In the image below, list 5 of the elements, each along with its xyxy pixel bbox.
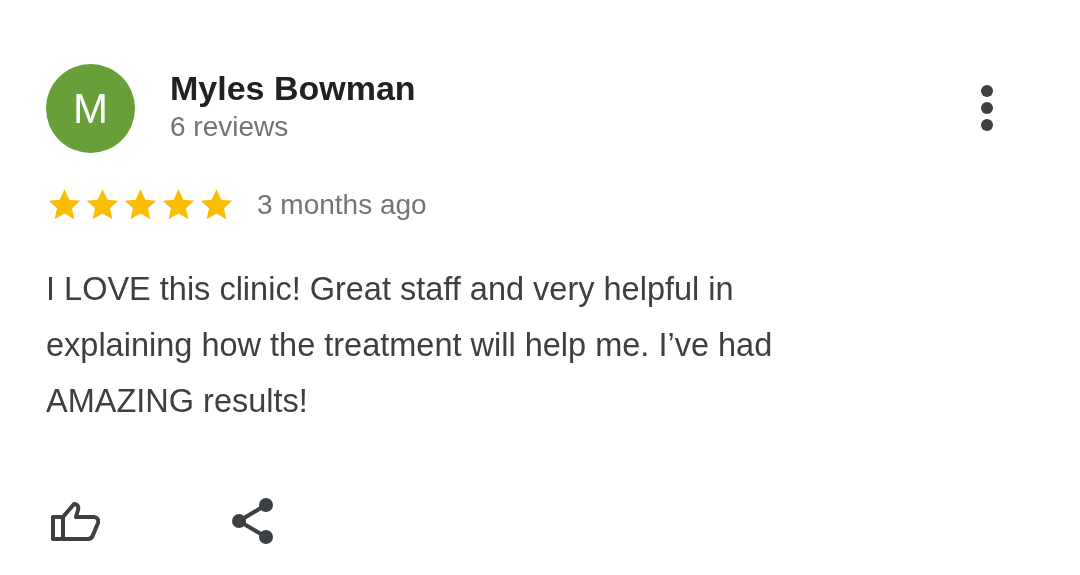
reviews-count: 6 reviews [170,110,290,144]
avatar: M [46,64,135,153]
review-time: 3 months ago [257,189,427,221]
review-text: I LOVE this clinic! Great staff and very helpful in explaining how the treatment will help me. I’ve had AMAZING results! [46,270,774,421]
author-name: Myles Bowman [170,68,417,108]
